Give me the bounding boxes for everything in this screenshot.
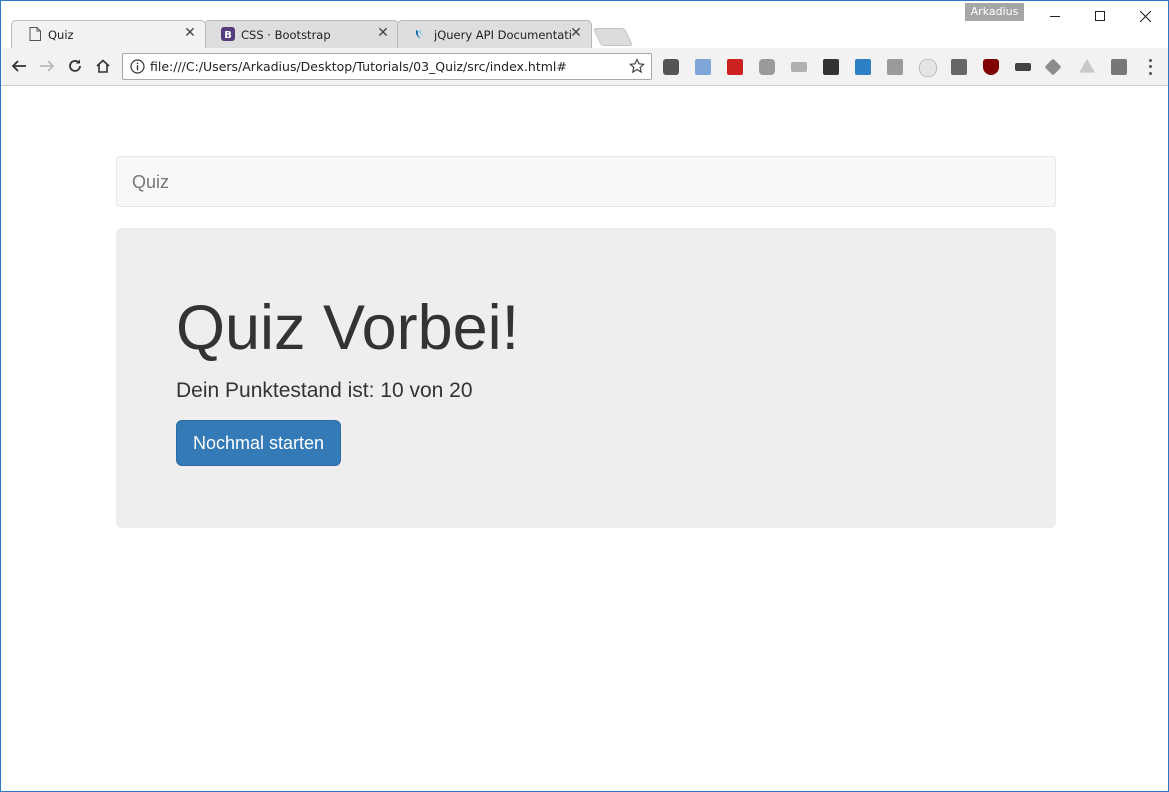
svg-text:B: B bbox=[224, 30, 232, 41]
speech-bubble-icon[interactable] bbox=[919, 59, 937, 77]
menu-icon[interactable] bbox=[1145, 57, 1155, 77]
url-text[interactable]: file:///C:/Users/Arkadius/Desktop/Tutori… bbox=[150, 59, 567, 74]
extension-icon[interactable] bbox=[1044, 58, 1062, 76]
profile-badge[interactable]: Arkadius bbox=[965, 3, 1024, 21]
page-icon bbox=[28, 27, 42, 41]
tab-label: CSS · Bootstrap bbox=[241, 28, 331, 42]
navbar: Quiz bbox=[116, 156, 1056, 207]
tab-label: jQuery API Documentatio bbox=[434, 28, 572, 42]
close-icon[interactable]: ✕ bbox=[183, 25, 197, 41]
restart-button[interactable]: Nochmal starten bbox=[176, 420, 341, 466]
minimize-button[interactable] bbox=[1032, 1, 1078, 31]
browser-window: Quiz ✕ B CSS · Bootstrap ✕ jQuery API Do… bbox=[0, 0, 1169, 792]
close-icon[interactable]: ✕ bbox=[569, 25, 583, 41]
close-window-button[interactable] bbox=[1122, 1, 1168, 31]
home-icon bbox=[96, 59, 110, 73]
arrow-left-icon bbox=[11, 60, 26, 72]
close-icon bbox=[1139, 10, 1151, 22]
reload-button[interactable] bbox=[65, 56, 85, 76]
extension-icon[interactable] bbox=[1015, 63, 1031, 71]
tab-css-bootstrap[interactable]: B CSS · Bootstrap ✕ bbox=[204, 20, 399, 48]
address-bar[interactable]: file:///C:/Users/Arkadius/Desktop/Tutori… bbox=[122, 53, 652, 80]
new-tab-button[interactable] bbox=[592, 28, 634, 46]
screenshot-icon[interactable] bbox=[759, 59, 775, 75]
tab-label: Quiz bbox=[48, 28, 74, 42]
pocket-icon[interactable] bbox=[663, 59, 679, 75]
browser-toolbar: file:///C:/Users/Arkadius/Desktop/Tutori… bbox=[1, 48, 1168, 86]
reload-icon bbox=[69, 59, 81, 72]
arrow-right-icon bbox=[40, 60, 55, 72]
page-title: Quiz Vorbei! bbox=[176, 293, 520, 363]
back-button[interactable] bbox=[9, 56, 29, 76]
bookmark-star-icon[interactable] bbox=[629, 58, 645, 74]
jumbotron: Quiz Vorbei! Dein Punktestand ist: 10 vo… bbox=[116, 228, 1056, 528]
ublock-icon[interactable] bbox=[983, 59, 999, 75]
minimize-icon bbox=[1050, 16, 1060, 17]
home-button[interactable] bbox=[93, 56, 113, 76]
lastpass-icon[interactable] bbox=[727, 59, 743, 75]
extension-icon[interactable] bbox=[855, 59, 871, 75]
navbar-brand[interactable]: Quiz bbox=[132, 172, 169, 193]
score-text: Dein Punktestand ist: 10 von 20 bbox=[176, 379, 473, 402]
extension-icon[interactable] bbox=[1111, 59, 1127, 75]
close-icon[interactable]: ✕ bbox=[376, 25, 390, 41]
drive-icon[interactable] bbox=[1079, 59, 1095, 73]
bootstrap-icon: B bbox=[221, 27, 235, 41]
tab-quiz[interactable]: Quiz ✕ bbox=[11, 20, 206, 48]
maximize-icon bbox=[1095, 11, 1105, 21]
tab-jquery-api[interactable]: jQuery API Documentatio ✕ bbox=[397, 20, 592, 48]
page-viewport: Quiz Quiz Vorbei! Dein Punktestand ist: … bbox=[1, 86, 1168, 791]
wave-icon[interactable] bbox=[791, 62, 807, 72]
tab-strip: Quiz ✕ B CSS · Bootstrap ✕ jQuery API Do… bbox=[1, 1, 1168, 48]
extension-icon[interactable] bbox=[695, 59, 711, 75]
jquery-icon bbox=[414, 27, 428, 41]
jetbrains-icon[interactable] bbox=[951, 59, 967, 75]
maximize-button[interactable] bbox=[1077, 1, 1123, 31]
info-icon[interactable] bbox=[130, 59, 145, 74]
extension-icon[interactable] bbox=[887, 59, 903, 75]
forward-button[interactable] bbox=[37, 56, 57, 76]
evernote-icon[interactable] bbox=[823, 59, 839, 75]
